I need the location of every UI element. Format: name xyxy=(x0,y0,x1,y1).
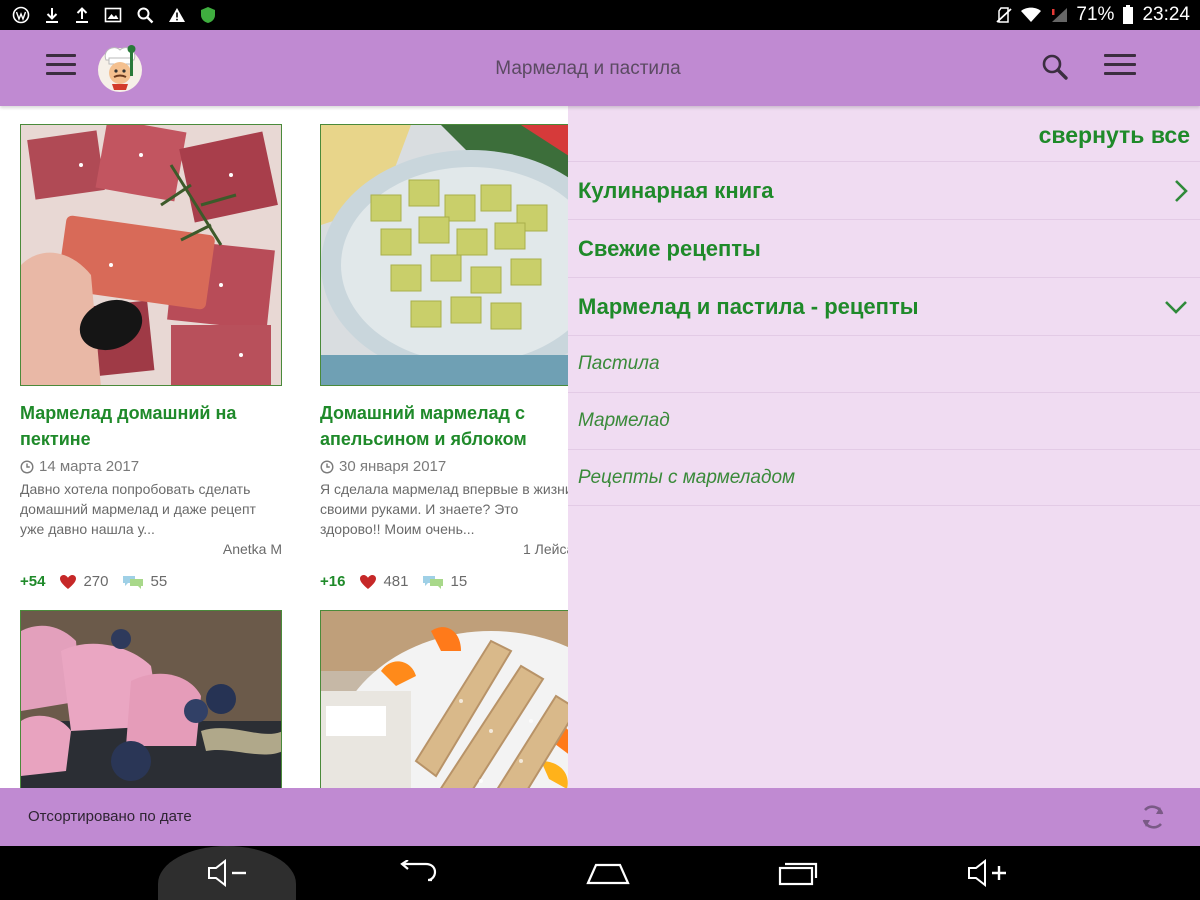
download-icon xyxy=(46,8,58,23)
overflow-menu-button[interactable] xyxy=(1104,54,1136,82)
bottom-bar: Отсортировано по дате xyxy=(0,788,1200,846)
drawer-subitem-pastila[interactable]: Пастила xyxy=(568,335,1200,392)
recipe-excerpt: Давно хотела попробовать сделать домашни… xyxy=(20,481,256,537)
recipe-card[interactable]: Мармелад домашний на пектине 14 марта 20… xyxy=(20,124,282,590)
clock: 23:24 xyxy=(1142,4,1190,25)
recipe-rating: +16 xyxy=(320,573,346,590)
home-icon xyxy=(586,863,630,885)
signal-icon xyxy=(1052,8,1068,22)
comments-stat[interactable]: 15 xyxy=(422,573,467,590)
search-icon xyxy=(1042,54,1068,80)
sort-label[interactable]: Отсортировано по дате xyxy=(28,808,192,825)
recipe-card[interactable]: Домашний мармелад с апельсином и яблоком… xyxy=(320,124,568,590)
heart-icon xyxy=(360,574,377,589)
clock-icon xyxy=(320,459,334,474)
heart-icon xyxy=(60,574,77,589)
home-button[interactable] xyxy=(578,854,638,892)
recipe-feed[interactable]: Мармелад домашний на пектине 14 марта 20… xyxy=(0,106,568,788)
recipe-title[interactable]: Домашний мармелад с апельсином и яблоком xyxy=(320,400,568,452)
volume-down-button[interactable] xyxy=(198,854,258,892)
drawer-item-label: Свежие рецепты xyxy=(578,235,761,261)
volume-down-icon xyxy=(208,859,246,887)
comments-stat[interactable]: 55 xyxy=(122,573,167,590)
recipe-date-text: 14 марта 2017 xyxy=(39,458,140,475)
comments-count: 55 xyxy=(150,573,168,590)
battery-icon xyxy=(1123,5,1134,24)
recent-apps-icon xyxy=(778,862,818,886)
recipe-date-text: 30 января 2017 xyxy=(339,458,447,475)
drawer-subitem-marmalade[interactable]: Мармелад xyxy=(568,392,1200,449)
likes-count: 270 xyxy=(83,573,109,590)
drawer-item-cookbook[interactable]: Кулинарная книга xyxy=(568,161,1200,219)
warning-icon xyxy=(169,8,185,22)
comments-count: 15 xyxy=(450,573,468,590)
app-bar: Мармелад и пастила xyxy=(0,30,1200,106)
recipe-author[interactable]: 1 Лейсан xyxy=(320,541,568,557)
recent-apps-button[interactable] xyxy=(768,854,828,892)
menu-icon xyxy=(1104,54,1136,57)
recipe-stats: +54 270 55 xyxy=(20,573,282,590)
likes-stat[interactable]: 270 xyxy=(59,573,108,590)
recipe-title[interactable]: Мармелад домашний на пектине xyxy=(20,400,282,452)
clock-icon xyxy=(20,459,34,474)
back-button[interactable] xyxy=(388,854,448,892)
chevron-down-icon xyxy=(1165,300,1187,314)
chevron-right-icon xyxy=(1175,179,1188,202)
recipe-author[interactable]: Anetka M xyxy=(20,541,282,557)
recipe-image[interactable] xyxy=(320,610,568,788)
wifi-icon xyxy=(1021,7,1042,22)
comments-icon xyxy=(423,575,444,589)
upload-icon xyxy=(76,7,88,23)
search-icon xyxy=(137,7,154,24)
volume-up-icon xyxy=(968,859,1006,887)
likes-stat[interactable]: 481 xyxy=(359,573,408,590)
image-icon xyxy=(104,7,122,23)
recipe-stats: +16 481 15 xyxy=(320,573,568,590)
drawer-item-label: Кулинарная книга xyxy=(578,177,774,203)
back-icon xyxy=(400,860,437,882)
battery-percent: 71% xyxy=(1076,4,1115,25)
recipe-excerpt: Я сделала мармелад впервые в жизни своим… xyxy=(320,481,568,537)
recipe-card[interactable] xyxy=(20,610,282,788)
drawer-subitem-recipes-with-marmalade[interactable]: Рецепты с мармеладом xyxy=(568,449,1200,506)
wordpress-icon xyxy=(12,6,30,24)
page-title: Мармелад и пастила xyxy=(495,58,681,79)
recipe-image[interactable] xyxy=(20,610,282,788)
comments-icon xyxy=(123,575,144,589)
status-bar: 71% 23:24 xyxy=(0,0,1200,30)
shield-icon xyxy=(201,7,215,23)
drawer-subitem-label: Рецепты с мармеладом xyxy=(578,466,796,488)
recipe-image[interactable] xyxy=(320,124,568,386)
volume-up-button[interactable] xyxy=(958,854,1018,892)
recipe-date: 14 марта 2017 xyxy=(20,458,282,475)
recipe-date: 30 января 2017 xyxy=(320,458,568,475)
likes-count: 481 xyxy=(383,573,409,590)
search-button[interactable] xyxy=(1040,52,1070,82)
refresh-button[interactable] xyxy=(1138,802,1168,832)
category-drawer: свернуть все Кулинарная книга Свежие рец… xyxy=(568,106,1200,788)
recipe-card[interactable] xyxy=(320,610,568,788)
drawer-subitem-label: Пастила xyxy=(578,353,660,374)
collapse-all-button[interactable]: свернуть все xyxy=(1039,122,1190,149)
drawer-item-label: Мармелад и пастила - рецепты xyxy=(578,293,919,319)
recipe-rating: +54 xyxy=(20,573,46,590)
hamburger-icon xyxy=(46,54,76,57)
drawer-item-marmalade-recipes[interactable]: Мармелад и пастила - рецепты xyxy=(568,277,1200,335)
drawer-subitem-label: Мармелад xyxy=(578,410,670,431)
drawer-item-fresh-recipes[interactable]: Свежие рецепты xyxy=(568,219,1200,277)
recipe-image[interactable] xyxy=(20,124,282,386)
no-sim-icon xyxy=(996,7,1013,23)
